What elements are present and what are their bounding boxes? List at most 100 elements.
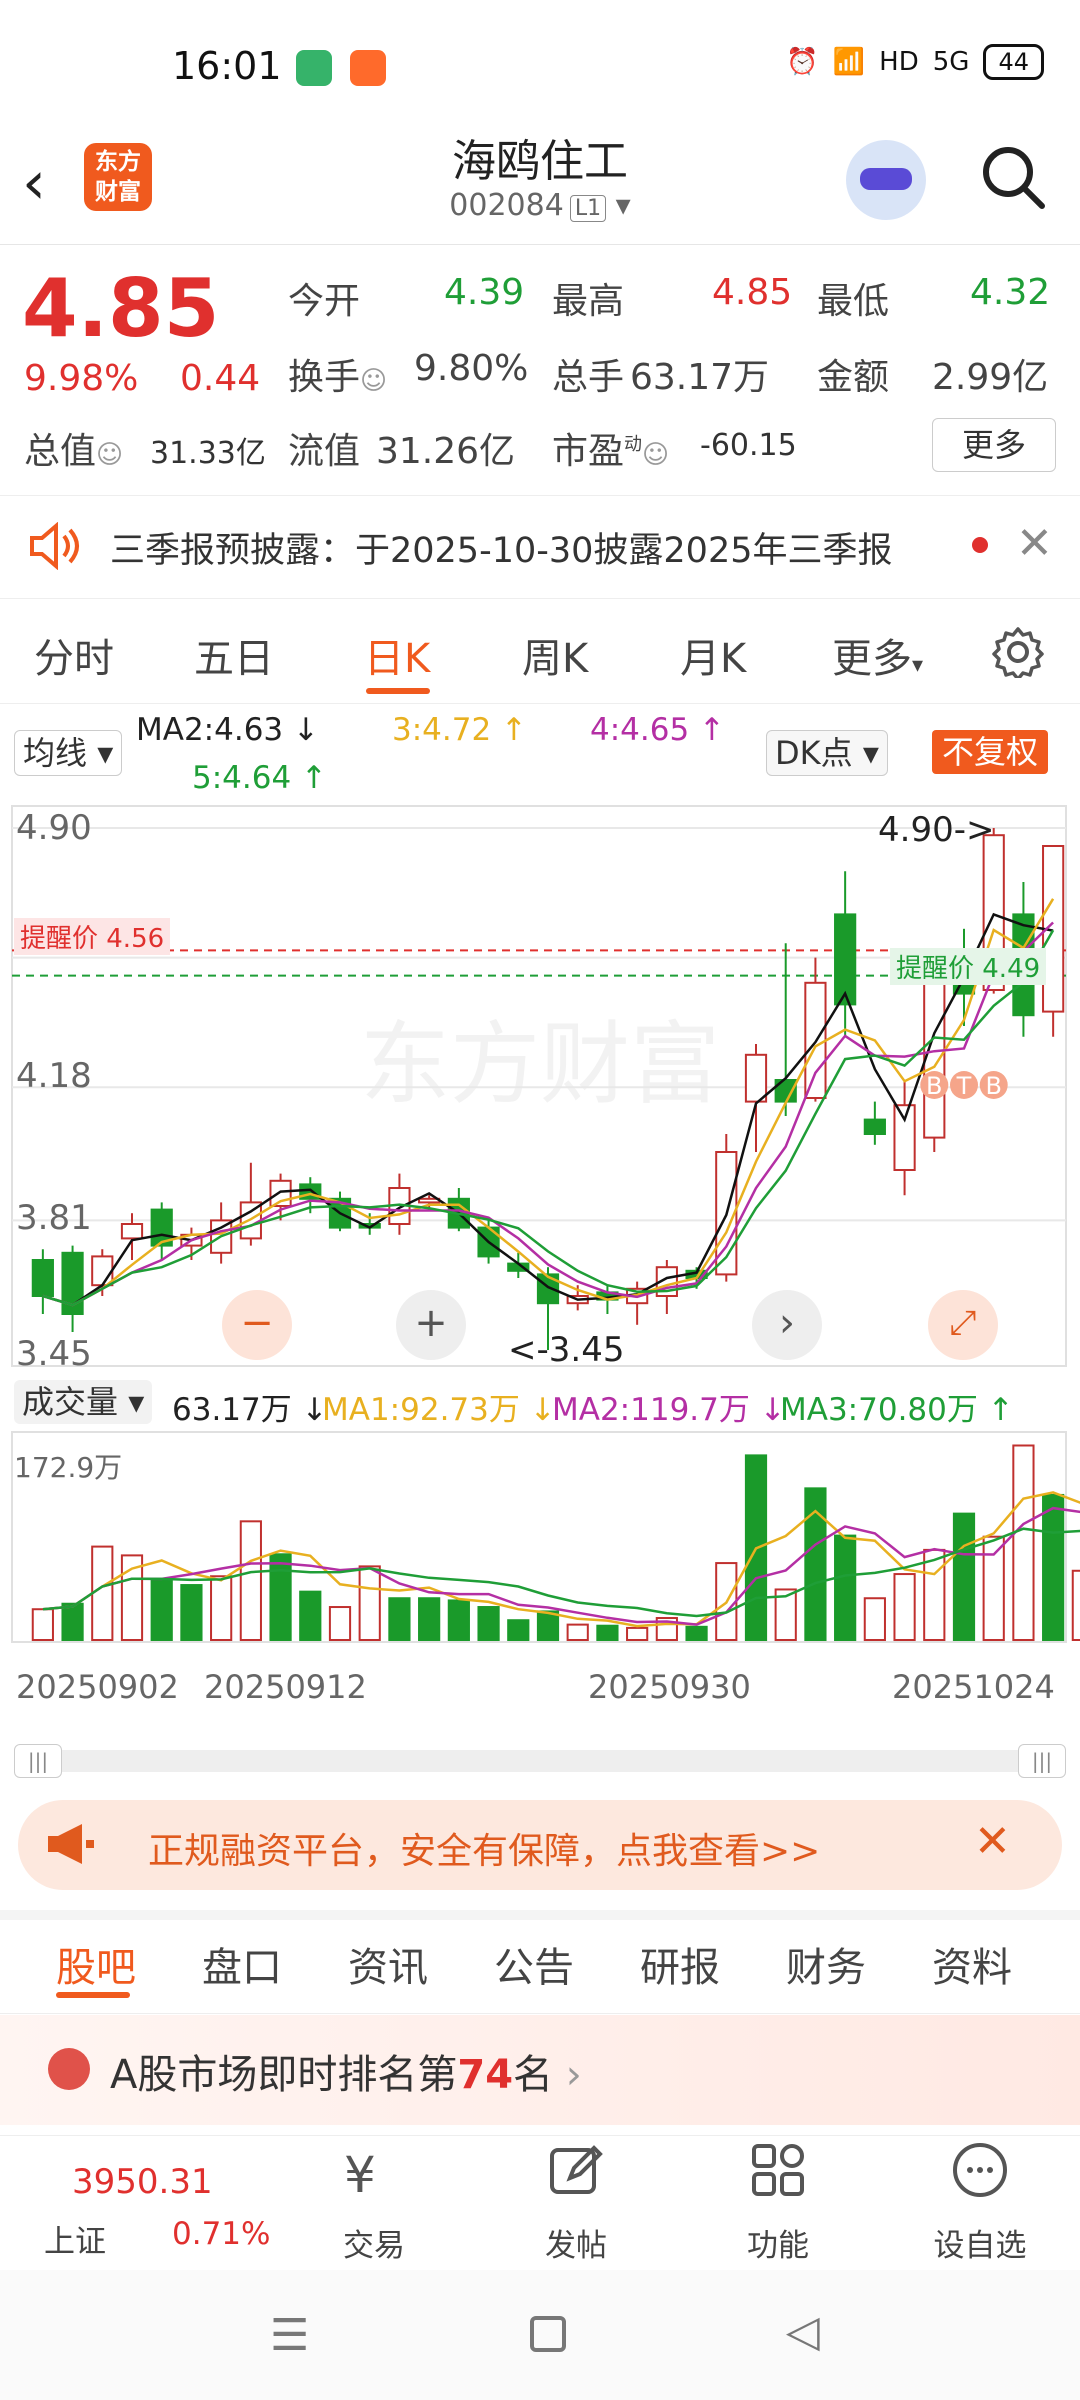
- range-handle-right[interactable]: |||: [1018, 1744, 1066, 1778]
- y-label-bottom: 3.45: [16, 1334, 92, 1374]
- candle: [893, 1104, 916, 1172]
- range-handle-left[interactable]: |||: [14, 1744, 62, 1778]
- open-value: 4.39: [444, 272, 525, 313]
- more-quote-button[interactable]: 更多: [932, 418, 1056, 472]
- active-content-tab-indicator: [56, 1992, 130, 1998]
- high-label: 最高: [552, 281, 625, 322]
- notice-text[interactable]: 三季报预披露：于2025-10-30披露2025年三季报: [110, 522, 892, 573]
- turnover-label: 换手☺: [288, 357, 388, 398]
- functions-button[interactable]: 功能: [718, 2220, 838, 2265]
- nav-home-icon[interactable]: [530, 2316, 566, 2352]
- mktcap-value: 31.33亿: [150, 436, 266, 471]
- low-marker: <-3.45: [508, 1330, 625, 1370]
- nav-back-icon[interactable]: ◁: [786, 2306, 820, 2357]
- candle: [120, 1223, 144, 1240]
- float-label: 流值: [288, 431, 361, 472]
- ma2-value: MA2:4.63 ↓: [136, 712, 319, 748]
- volume-bar: [477, 1606, 500, 1641]
- promo-text[interactable]: 正规融资平台，安全有保障，点我查看>>: [148, 1822, 820, 1874]
- search-icon[interactable]: [978, 142, 1048, 212]
- megaphone-icon: [48, 1824, 94, 1864]
- candle: [744, 1053, 768, 1103]
- speaker-icon: [30, 522, 79, 570]
- volume-bar: [626, 1626, 649, 1642]
- volume-bar: [834, 1534, 857, 1641]
- fullscreen-icon[interactable]: ⤢: [928, 1290, 998, 1360]
- trade-button[interactable]: 交易: [314, 2220, 434, 2265]
- volume-bar: [507, 1619, 530, 1642]
- turnover-value: 9.80%: [414, 348, 529, 389]
- tab-news[interactable]: 资讯: [348, 1935, 428, 1993]
- tab-research[interactable]: 研报: [640, 1935, 720, 1993]
- post-button[interactable]: 发帖: [516, 2220, 636, 2265]
- indicator-select[interactable]: 均线 ▾: [14, 730, 123, 776]
- date-label: 20250902: [16, 1668, 179, 1706]
- index-name[interactable]: 上证: [44, 2216, 106, 2261]
- zoom-in-button[interactable]: +: [396, 1290, 466, 1360]
- close-promo-icon[interactable]: ✕: [974, 1816, 1011, 1867]
- pe-label: 市盈动☺: [552, 431, 670, 472]
- index-percent[interactable]: 0.71%: [172, 2216, 270, 2252]
- status-time: 16:01: [172, 44, 282, 88]
- volume-bar: [1071, 1569, 1080, 1641]
- adjust-type-button[interactable]: 不复权: [932, 730, 1049, 774]
- settings-gear-icon[interactable]: [992, 626, 1044, 678]
- volume-bar: [180, 1584, 203, 1641]
- tab-profile[interactable]: 资料: [932, 1935, 1012, 1993]
- tab-more[interactable]: 更多▾: [832, 626, 923, 684]
- date-label: 20251024: [892, 1668, 1055, 1706]
- volume-bar: [566, 1623, 589, 1641]
- zoom-out-button[interactable]: −: [222, 1290, 292, 1360]
- amount-value: 2.99亿: [932, 357, 1049, 398]
- open-label: 今开: [288, 281, 361, 322]
- ma3-value: 3:4.72 ↑: [392, 712, 528, 748]
- nav-menu-icon[interactable]: ☰: [270, 2310, 309, 2361]
- next-button[interactable]: ›: [752, 1290, 822, 1360]
- close-notice-icon[interactable]: ✕: [1016, 518, 1053, 569]
- volume-bar: [358, 1565, 381, 1641]
- status-icons: ⏰ 📶 HD 5G 44: [786, 44, 1044, 80]
- candle: [834, 913, 857, 1006]
- tab-monthly-k[interactable]: 月K: [680, 626, 746, 684]
- tab-pankou[interactable]: 盘口: [202, 1935, 282, 1993]
- signal-icon: 5G: [932, 47, 970, 77]
- volume-bar: [923, 1548, 946, 1642]
- vol-ma2: MA2:119.7万 ↓: [552, 1392, 786, 1428]
- tab-announcements[interactable]: 公告: [494, 1935, 574, 1993]
- index-value[interactable]: 3950.31: [72, 2162, 213, 2202]
- vol-ma1: MA1:92.73万 ↓: [322, 1392, 556, 1428]
- pe-dynamic-mark: 动: [624, 434, 643, 455]
- mktcap-label: 总值☺: [24, 431, 124, 472]
- tab-finance[interactable]: 财务: [786, 1935, 866, 1993]
- volume-bar: [952, 1512, 976, 1642]
- functions-grid-icon[interactable]: [748, 2140, 808, 2200]
- tab-guba[interactable]: 股吧: [56, 1935, 136, 1993]
- amount-label: 金额: [817, 357, 890, 398]
- tab-weekly-k[interactable]: 周K: [522, 626, 588, 684]
- ma4-value: 4:4.65 ↑: [590, 712, 726, 748]
- low-value: 4.32: [970, 272, 1051, 313]
- active-tab-indicator: [366, 688, 430, 694]
- range-scrollbar[interactable]: [14, 1750, 1066, 1772]
- rank-text[interactable]: A股市场即时排名第74名 ›: [110, 2042, 582, 2100]
- y-label-3: 4.18: [16, 1056, 92, 1096]
- alert-price-right[interactable]: 提醒价 4.49: [890, 948, 1047, 985]
- battery-icon: 44: [983, 44, 1044, 80]
- tab-daily-k[interactable]: 日K: [364, 626, 430, 684]
- dk-point-select[interactable]: DK点 ▾: [766, 730, 888, 776]
- alert-price-left[interactable]: 提醒价 4.56: [14, 918, 171, 955]
- volume-value: 63.17万 ↓: [172, 1392, 328, 1428]
- add-watchlist-icon[interactable]: [950, 2140, 1010, 2200]
- unread-dot: [972, 537, 988, 553]
- volume-bar: [982, 1535, 1005, 1642]
- vol-ma3: MA3:70.80万 ↑: [780, 1392, 1014, 1428]
- assistant-avatar-icon[interactable]: [846, 140, 926, 220]
- tab-intraday[interactable]: 分时: [34, 626, 114, 684]
- volume-bar: [447, 1599, 470, 1642]
- post-edit-icon[interactable]: [546, 2140, 606, 2200]
- volume-bar: [150, 1578, 173, 1641]
- volume-indicator-select[interactable]: 成交量 ▾: [14, 1380, 153, 1424]
- trade-icon[interactable]: ¥: [344, 2146, 376, 2204]
- tab-five-day[interactable]: 五日: [194, 626, 274, 684]
- add-watchlist-button[interactable]: 设自选: [920, 2220, 1040, 2265]
